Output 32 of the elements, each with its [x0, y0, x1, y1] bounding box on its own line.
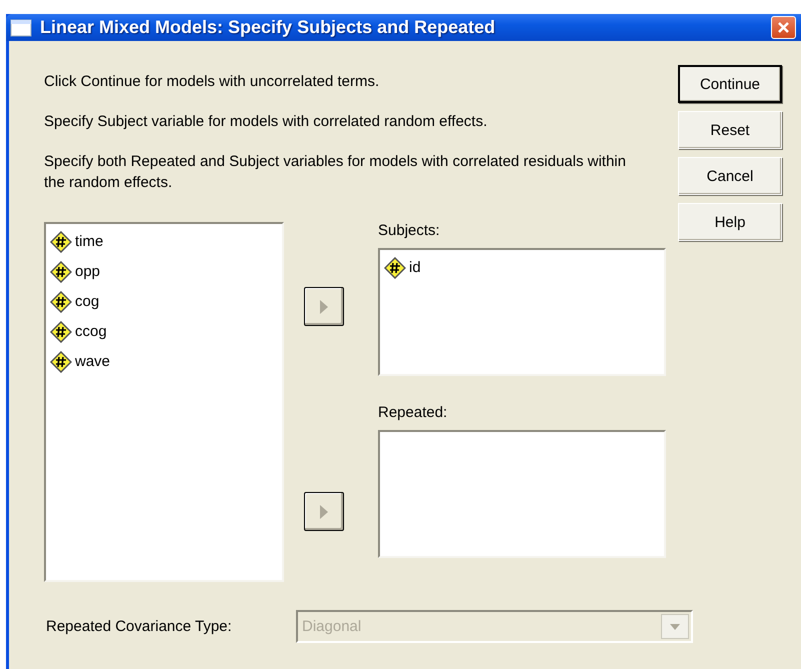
variable-name[interactable]: ccog	[75, 323, 107, 340]
dialog-button[interactable]: Continue	[678, 65, 782, 103]
instruction-text: Click Continue for models with uncorrelated terms.	[44, 72, 380, 92]
variable-name[interactable]: id	[409, 259, 421, 276]
variable-name[interactable]: time	[75, 233, 104, 250]
numeric-variable-icon	[384, 256, 406, 278]
numeric-variable-icon	[50, 350, 72, 372]
window-icon	[10, 18, 32, 36]
close-button[interactable]	[771, 16, 796, 39]
numeric-variable-icon	[50, 290, 72, 312]
variable-name[interactable]: cog	[75, 293, 100, 310]
numeric-variable-icon	[50, 320, 72, 342]
repeated-label: Repeated:	[378, 404, 448, 423]
subjects-list[interactable]: id	[378, 248, 666, 376]
covariance-type-label: Repeated Covariance Type:	[46, 618, 233, 635]
triangle-right-icon	[319, 504, 329, 520]
numeric-variable-icon	[50, 260, 72, 282]
dropdown-arrow-icon	[670, 624, 680, 630]
dialog-button[interactable]: Cancel	[678, 157, 782, 195]
variable-list[interactable]: time opp cog ccog wave	[44, 222, 284, 582]
instruction-text: Specify both Repeated and Subject variables for models with correlated residuals within the random effects.	[44, 152, 627, 193]
instruction-text: Specify Subject variable for models with correlated random effects.	[44, 112, 488, 132]
subjects-label: Subjects:	[378, 222, 441, 241]
repeated-list[interactable]	[378, 430, 666, 558]
dialog-button[interactable]: Help	[678, 203, 782, 241]
window-title: Linear Mixed Models: Specify Subjects and Repeated	[40, 17, 496, 38]
variable-name[interactable]: opp	[75, 263, 100, 280]
triangle-right-icon	[319, 298, 329, 314]
variable-name[interactable]: wave	[75, 353, 110, 370]
close-icon	[777, 21, 790, 34]
numeric-variable-icon	[50, 230, 72, 252]
dialog-button[interactable]: Reset	[678, 111, 782, 149]
